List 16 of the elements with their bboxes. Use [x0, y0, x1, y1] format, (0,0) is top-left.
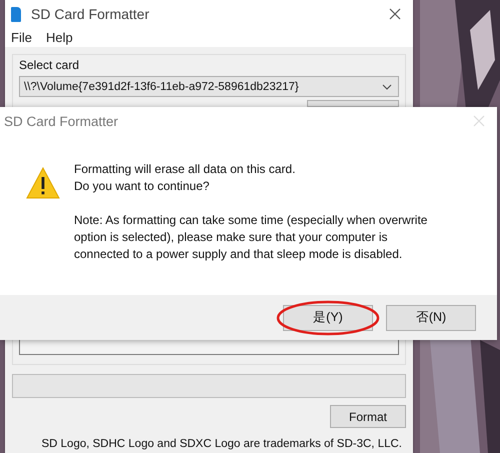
warning-icon: [26, 167, 60, 199]
group-label: Select card: [19, 58, 80, 72]
dialog-title: SD Card Formatter: [4, 114, 120, 128]
trademark-notice: SD Logo, SDHC Logo and SDXC Logo are trademarks of SD-3C, LLC.: [40, 438, 403, 450]
menu-item[interactable]: Help: [46, 30, 73, 45]
menu-item[interactable]: File: [11, 30, 32, 45]
window-title: SD Card Formatter: [31, 6, 150, 22]
message-text: Formatting will erase all data on this card. Do you want to continue?: [74, 161, 296, 195]
dialog-button[interactable]: 否(N): [386, 304, 476, 330]
caret-icon[interactable]: [382, 84, 392, 90]
dialog-button[interactable]: 是(Y): [283, 304, 373, 330]
card-dropdown[interactable]: \\?\Volume{7e391d2f-13f6-11eb-a972-58961db23217}: [19, 76, 399, 97]
sd-card-icon: [11, 6, 21, 22]
format-button[interactable]: Format: [330, 405, 406, 428]
message-text: Note: As formatting can take some time (especially when overwrite option is selected), please make sure that your computer is connected to a power supply and that sleep mode is disabled.: [74, 212, 428, 263]
close-icon[interactable]: [389, 8, 401, 20]
